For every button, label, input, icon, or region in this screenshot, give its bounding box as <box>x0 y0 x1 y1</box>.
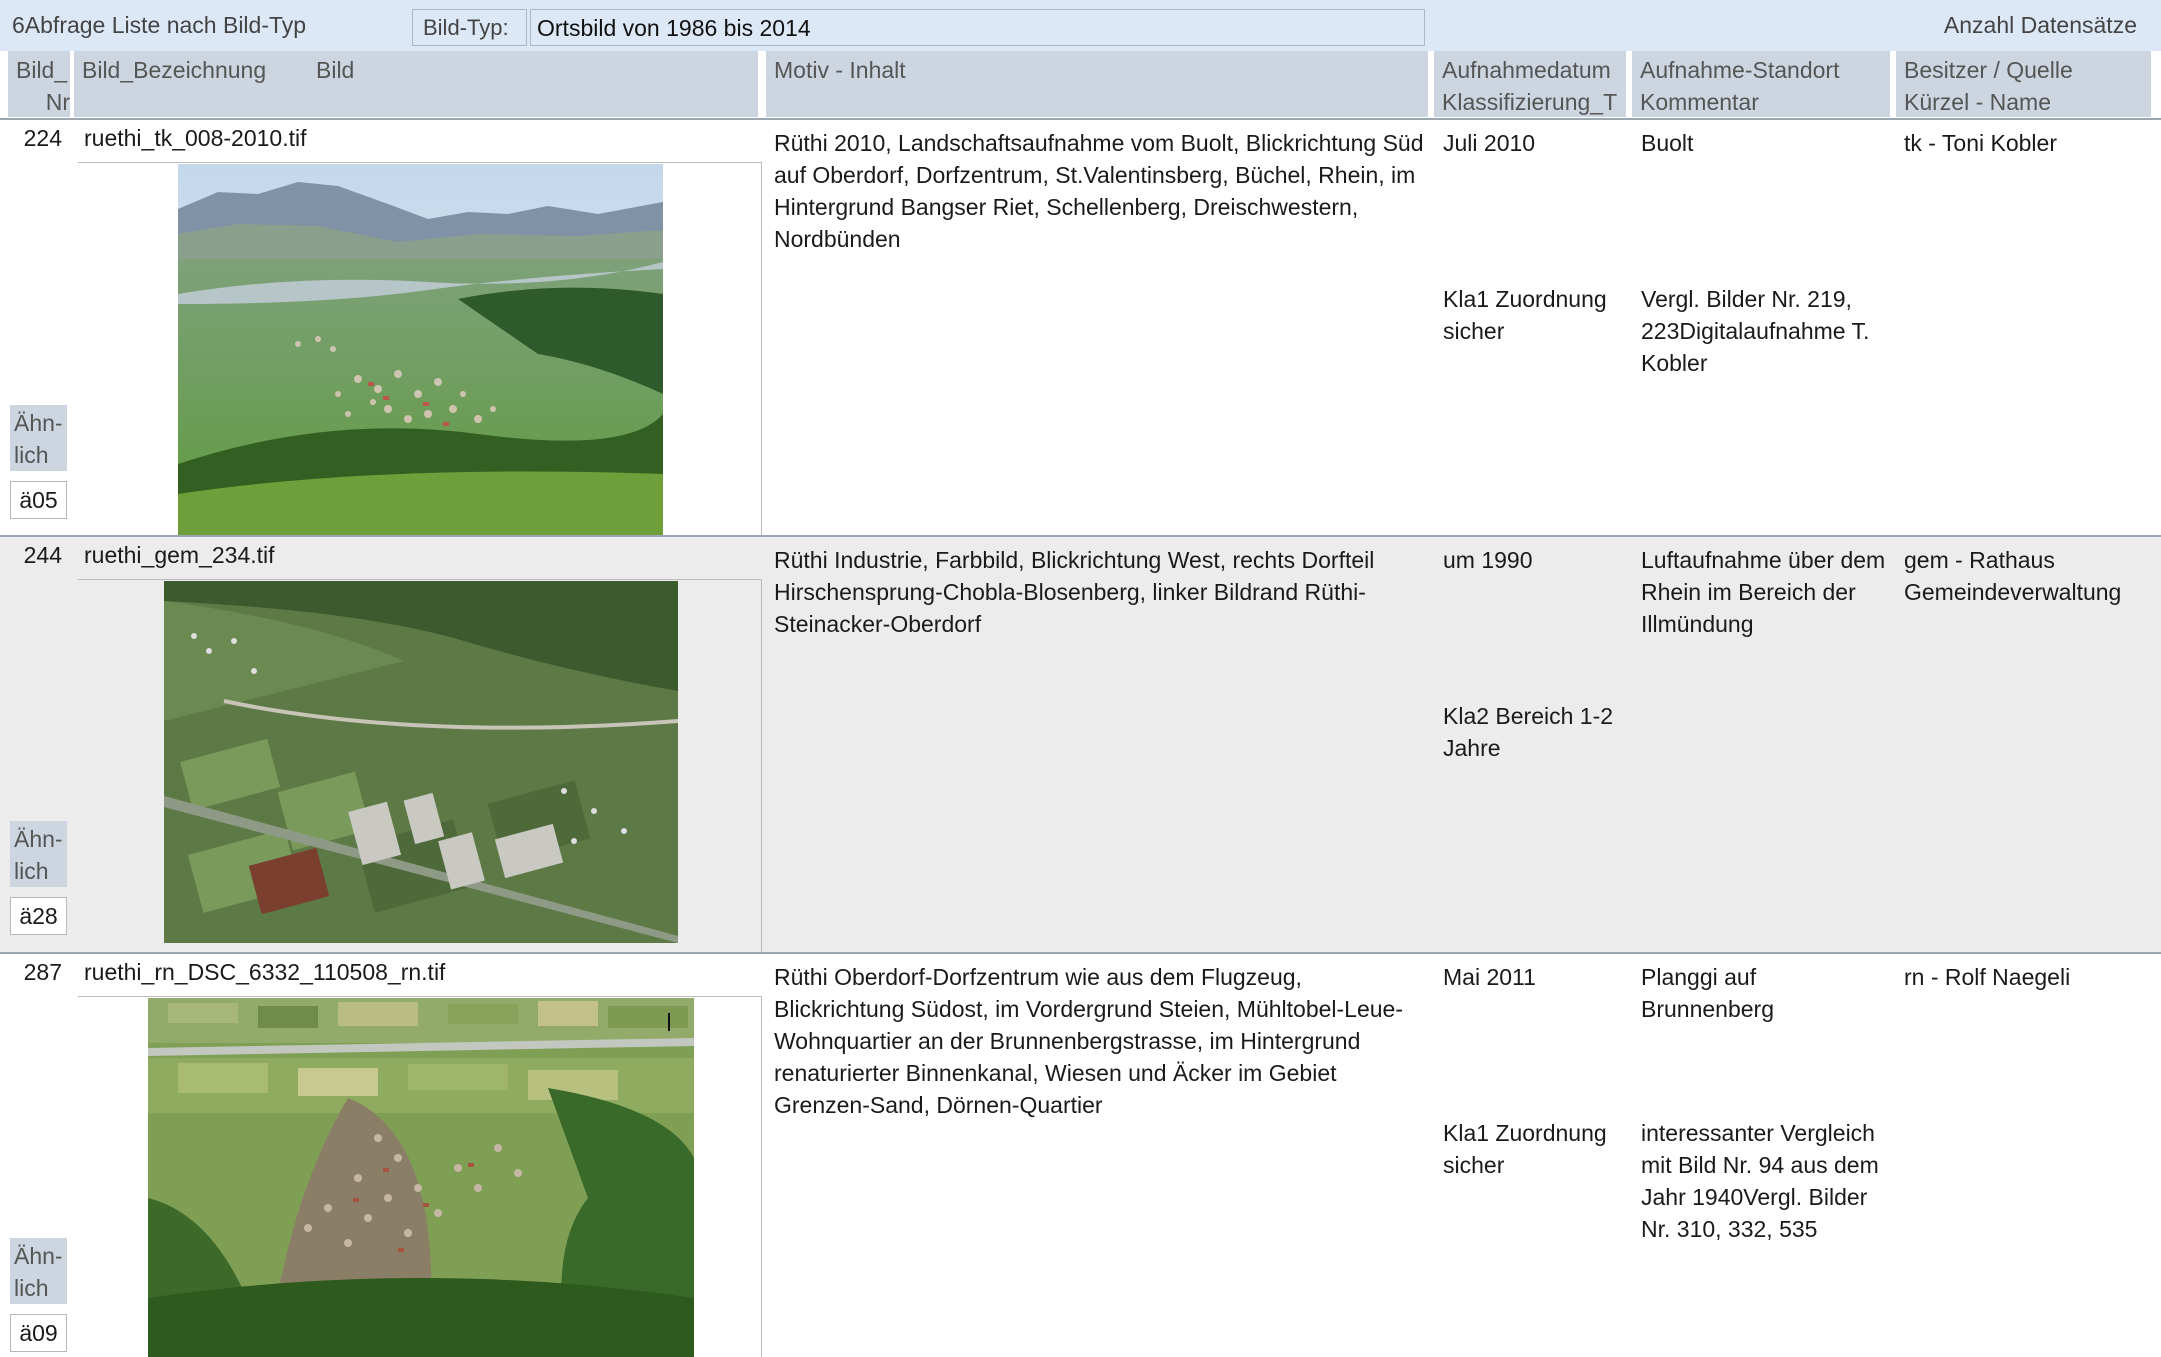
record-count-label: Anzahl Datensätze <box>1943 12 2137 38</box>
record-klassifizierung: Kla1 Zuordnung sicher <box>1443 1120 1607 1178</box>
record-divider <box>0 535 2161 537</box>
record-filename: ruethi_gem_234.tif <box>84 542 275 568</box>
record-nr: 224 <box>23 125 62 151</box>
record-datum: um 1990 <box>1443 547 1533 573</box>
record-standort: Planggi auf Brunnenberg <box>1641 964 1774 1022</box>
record-datum: Mai 2011 <box>1443 964 1536 990</box>
similar-label: Ähn- lich <box>10 1238 67 1304</box>
record-besitzer: tk - Toni Kobler <box>1904 130 2057 156</box>
record-motiv: Rüthi 2010, Landschaftsaufnahme vom Buol… <box>774 130 1424 252</box>
record-row: 287 ruethi_rn_DSC_6332_110508_rn.tif Rüt… <box>0 952 2161 1357</box>
aerial-photo <box>164 581 678 943</box>
aerial-village-photo <box>148 998 694 1357</box>
similar-label: Ähn- lich <box>10 821 67 887</box>
col-header-besitzer: Besitzer / Quelle Kürzel - Name <box>1896 51 2151 117</box>
record-motiv: Rüthi Industrie, Farbbild, Blickrichtung… <box>774 547 1375 637</box>
report-header: 6Abfrage Liste nach Bild-Typ Bild-Typ: O… <box>0 0 2161 51</box>
col-header-datum: Aufnahmedatum Klassifizierung_T <box>1434 51 1626 117</box>
landscape-photo <box>178 164 663 535</box>
record-standort: Buolt <box>1641 130 1694 156</box>
record-besitzer: gem - Rathaus Gemeindeverwaltung <box>1904 547 2122 605</box>
similar-code-field[interactable]: ä09 <box>10 1314 67 1352</box>
record-standort: Luftaufnahme über dem Rhein im Bereich d… <box>1641 547 1886 637</box>
col-header-standort: Aufnahme-Standort Kommentar <box>1632 51 1890 117</box>
col-header-motiv: Motiv - Inhalt <box>766 51 1428 117</box>
bildtyp-label: Bild-Typ: <box>412 9 527 46</box>
similar-code-field[interactable]: ä28 <box>10 897 67 935</box>
record-motiv: Rüthi Oberdorf-Dorfzentrum wie aus dem F… <box>774 964 1404 1118</box>
record-klassifizierung: Kla1 Zuordnung sicher <box>1443 286 1607 344</box>
bildtyp-field[interactable]: Ortsbild von 1986 bis 2014 <box>530 9 1425 46</box>
record-kommentar: Vergl. Bilder Nr. 219, 223Digitalaufnahm… <box>1641 286 1870 376</box>
col-header-bild: Bild <box>316 57 355 83</box>
record-row: 244 ruethi_gem_234.tif Rüthi Industrie, … <box>0 535 2161 952</box>
col-header-nr: Bild_ Nr <box>8 51 70 117</box>
record-filename: ruethi_rn_DSC_6332_110508_rn.tif <box>84 959 446 985</box>
record-kommentar: interessanter Vergleich mit Bild Nr. 94 … <box>1641 1120 1879 1242</box>
record-klassifizierung: Kla2 Bereich 1-2 Jahre <box>1443 703 1614 761</box>
record-row: 224 ruethi_tk_008-2010.tif Rüthi 2010, L… <box>0 120 2161 535</box>
record-besitzer: rn - Rolf Naegeli <box>1904 964 2071 990</box>
record-divider <box>0 952 2161 954</box>
similar-code-field[interactable]: ä05 <box>10 481 67 519</box>
col-header-bezeichnung: Bild_Bezeichnung Bild <box>74 51 758 117</box>
similar-label: Ähn- lich <box>10 405 67 471</box>
record-datum: Juli 2010 <box>1443 130 1536 156</box>
record-filename: ruethi_tk_008-2010.tif <box>84 125 307 151</box>
report-title: 6Abfrage Liste nach Bild-Typ <box>12 12 307 38</box>
record-nr: 244 <box>23 542 62 568</box>
record-nr: 287 <box>23 959 62 985</box>
antenna-mark <box>668 1013 670 1031</box>
